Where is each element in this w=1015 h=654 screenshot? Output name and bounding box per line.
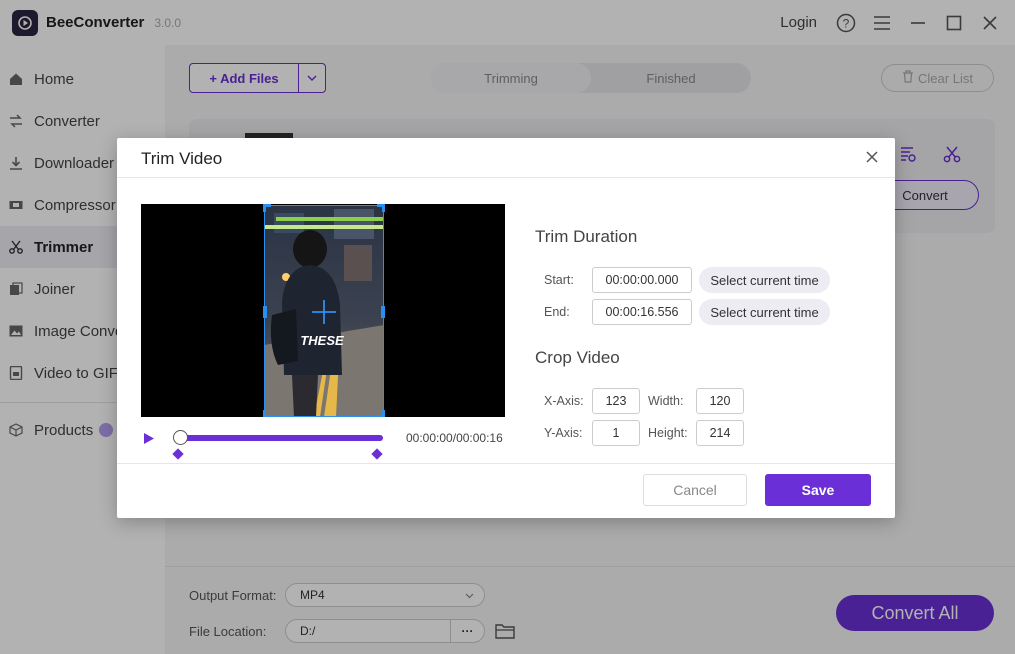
height-label: Height: [648,426,688,440]
end-label: End: [544,305,570,319]
video-preview[interactable]: THESE [141,204,505,417]
crop-handle[interactable] [263,410,266,417]
time-readout: 00:00:00/00:00:16 [406,431,503,445]
select-current-start-button[interactable]: Select current time [699,267,830,293]
dialog-footer-divider [117,463,895,464]
playhead-knob[interactable] [173,430,188,445]
time-current: 00:00:00 [406,431,453,445]
x-axis-label: X-Axis: [544,394,584,408]
trim-start-marker[interactable] [172,448,184,460]
trim-end-marker[interactable] [371,448,383,460]
dialog-title: Trim Video [141,149,223,168]
crop-handle[interactable] [382,410,385,417]
time-total: 00:00:16 [456,431,503,445]
select-current-end-button[interactable]: Select current time [699,299,830,325]
width-input[interactable]: 120 [696,388,744,414]
start-label: Start: [544,273,574,287]
crop-handle[interactable] [263,204,266,212]
dialog-header: Trim Video [117,138,895,178]
close-icon[interactable] [865,150,881,166]
save-button[interactable]: Save [765,474,871,506]
timeline-track[interactable] [174,435,383,441]
crop-box[interactable] [263,204,385,417]
play-icon[interactable] [143,432,155,444]
crop-handle[interactable] [263,306,267,318]
trim-duration-title: Trim Duration [535,227,638,246]
cancel-button[interactable]: Cancel [643,474,747,506]
height-input[interactable]: 214 [696,420,744,446]
crop-video-title: Crop Video [535,348,620,367]
crop-handle[interactable] [381,306,385,318]
crop-handle[interactable] [382,204,385,212]
crosshair-icon [312,300,336,324]
trim-video-dialog: Trim Video THESE 00:00:00/00:00:16 Trim … [117,138,895,518]
end-time-input[interactable]: 00:00:16.556 [592,299,692,325]
x-axis-input[interactable]: 123 [592,388,640,414]
start-time-input[interactable]: 00:00:00.000 [592,267,692,293]
y-axis-label: Y-Axis: [544,426,583,440]
y-axis-input[interactable]: 1 [592,420,640,446]
width-label: Width: [648,394,684,408]
